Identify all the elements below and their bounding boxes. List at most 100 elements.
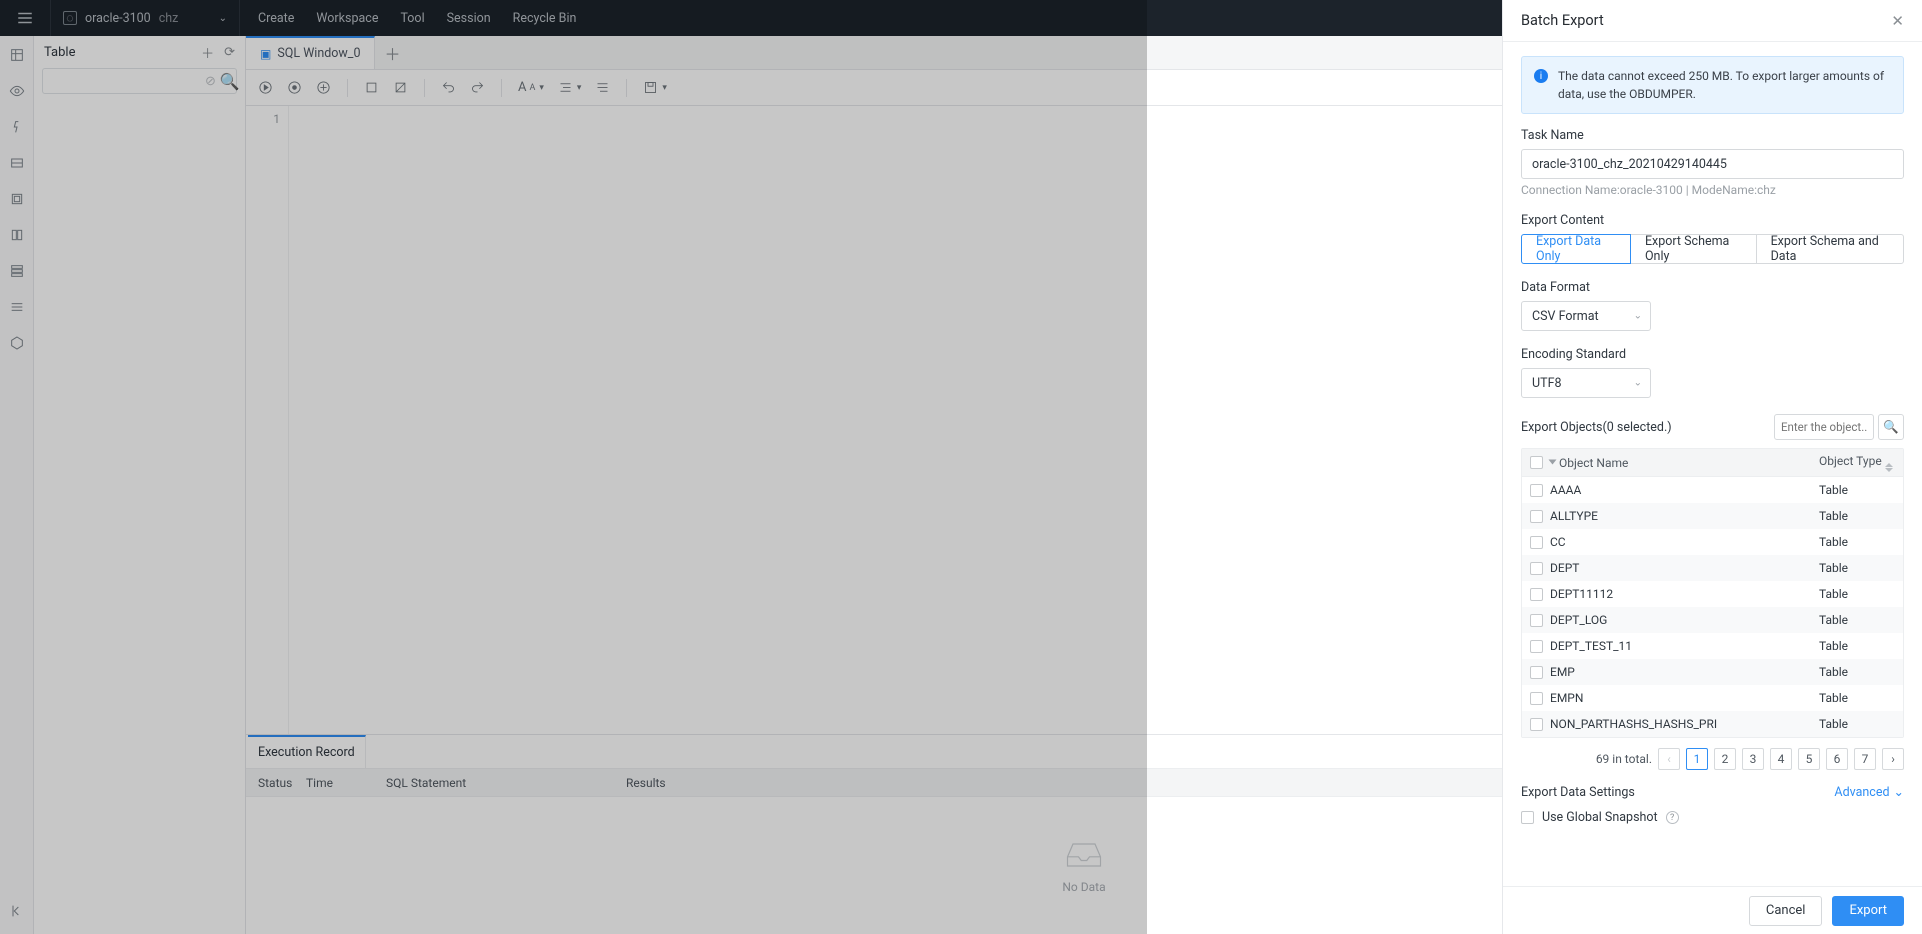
table-row[interactable]: AAAATable xyxy=(1522,477,1903,503)
connection-selector[interactable]: ◌ oracle-3100 chz ⌄ xyxy=(50,0,240,36)
pager-page[interactable]: 3 xyxy=(1742,748,1764,770)
table-row[interactable]: EMPNTable xyxy=(1522,685,1903,711)
seg-schema-and-data[interactable]: Export Schema and Data xyxy=(1756,234,1904,264)
table-row[interactable]: DEPT_TEST_11Table xyxy=(1522,633,1903,659)
global-snapshot-checkbox[interactable] xyxy=(1521,811,1534,824)
object-name: DEPT xyxy=(1550,561,1819,575)
object-name: ALLTYPE xyxy=(1550,509,1819,523)
row-checkbox[interactable] xyxy=(1530,640,1543,653)
stop-button[interactable] xyxy=(316,80,331,95)
pager-page[interactable]: 5 xyxy=(1798,748,1820,770)
side-panel: Table ＋ ⟳ ⊘ 🔍 xyxy=(34,36,246,934)
col-object-type[interactable]: Object Type xyxy=(1819,454,1903,472)
export-button[interactable]: Export xyxy=(1832,896,1904,926)
encoding-select[interactable]: UTF8 ⌄ xyxy=(1521,368,1651,398)
col-status: Status xyxy=(246,776,306,790)
sequence-icon[interactable] xyxy=(8,298,26,316)
pager-prev[interactable]: ‹ xyxy=(1658,748,1680,770)
row-checkbox[interactable] xyxy=(1530,614,1543,627)
export-content-label: Export Content xyxy=(1521,213,1904,228)
row-checkbox[interactable] xyxy=(1530,588,1543,601)
add-icon[interactable]: ＋ xyxy=(201,43,214,62)
commit-button[interactable] xyxy=(364,80,379,95)
table-row[interactable]: ALLTYPETable xyxy=(1522,503,1903,529)
row-checkbox[interactable] xyxy=(1530,562,1543,575)
pager-page[interactable]: 1 xyxy=(1686,748,1708,770)
col-object-name[interactable]: Object Name xyxy=(1550,456,1819,470)
search-icon[interactable]: 🔍 xyxy=(220,72,240,91)
table-row[interactable]: DEPTTable xyxy=(1522,555,1903,581)
save-button[interactable]: ▾ xyxy=(643,80,667,95)
pager-page[interactable]: 4 xyxy=(1770,748,1792,770)
synonym-icon[interactable] xyxy=(8,334,26,352)
encoding-label: Encoding Standard xyxy=(1521,347,1904,362)
objects-search[interactable] xyxy=(1774,414,1874,440)
object-type: Table xyxy=(1819,483,1903,497)
side-panel-title: Table xyxy=(44,45,75,60)
pager-next[interactable]: › xyxy=(1882,748,1904,770)
select-all-checkbox[interactable] xyxy=(1530,456,1543,469)
object-type: Table xyxy=(1819,613,1903,627)
chevron-down-icon: ⌄ xyxy=(219,13,227,24)
menu-tool[interactable]: Tool xyxy=(400,11,424,26)
pager-page[interactable]: 6 xyxy=(1826,748,1848,770)
collapse-icon[interactable] xyxy=(8,902,26,920)
task-name-input[interactable] xyxy=(1521,149,1904,179)
type-icon[interactable] xyxy=(8,262,26,280)
trigger-icon[interactable] xyxy=(8,226,26,244)
global-snapshot-row: Use Global Snapshot ? xyxy=(1521,810,1904,825)
col-time: Time xyxy=(306,776,386,790)
data-format-select[interactable]: CSV Format ⌄ xyxy=(1521,301,1651,331)
run-section-button[interactable] xyxy=(287,80,302,95)
procedure-icon[interactable] xyxy=(8,154,26,172)
view-icon[interactable] xyxy=(8,82,26,100)
objects-header: Object Name Object Type xyxy=(1522,449,1903,477)
function-icon[interactable] xyxy=(8,118,26,136)
indent-button[interactable]: ▾ xyxy=(558,80,582,95)
undo-button[interactable] xyxy=(441,80,456,95)
cancel-button[interactable]: Cancel xyxy=(1749,896,1823,926)
clear-icon[interactable]: ⊘ xyxy=(205,74,220,89)
seg-data-only[interactable]: Export Data Only xyxy=(1521,234,1631,264)
close-icon[interactable]: ✕ xyxy=(1891,12,1904,30)
row-checkbox[interactable] xyxy=(1530,718,1543,731)
search-button[interactable]: 🔍 xyxy=(1878,414,1904,440)
database-icon: ◌ xyxy=(63,11,77,25)
table-row[interactable]: DEPT_LOGTable xyxy=(1522,607,1903,633)
table-icon[interactable] xyxy=(8,46,26,64)
menu-session[interactable]: Session xyxy=(447,11,491,26)
table-row[interactable]: NON_PARTHASHS_HASHS_PRITable xyxy=(1522,711,1903,737)
package-icon[interactable] xyxy=(8,190,26,208)
pager-page[interactable]: 7 xyxy=(1854,748,1876,770)
row-checkbox[interactable] xyxy=(1530,692,1543,705)
row-checkbox[interactable] xyxy=(1530,484,1543,497)
tab-sql-window[interactable]: ▣ SQL Window_0 xyxy=(246,36,375,69)
menu-recycle-bin[interactable]: Recycle Bin xyxy=(513,11,577,26)
row-checkbox[interactable] xyxy=(1530,666,1543,679)
table-row[interactable]: DEPT11112Table xyxy=(1522,581,1903,607)
refresh-icon[interactable]: ⟳ xyxy=(224,45,235,60)
seg-schema-only[interactable]: Export Schema Only xyxy=(1630,234,1757,264)
row-checkbox[interactable] xyxy=(1530,510,1543,523)
run-button[interactable] xyxy=(258,80,273,95)
help-icon[interactable]: ? xyxy=(1666,811,1679,824)
table-row[interactable]: EMPTable xyxy=(1522,659,1903,685)
object-search-input[interactable] xyxy=(49,74,205,88)
format-button[interactable]: AA▾ xyxy=(518,80,544,95)
redo-button[interactable] xyxy=(470,80,485,95)
add-tab-button[interactable]: ＋ xyxy=(375,36,409,69)
pager-page[interactable]: 2 xyxy=(1714,748,1736,770)
objects-search-input[interactable] xyxy=(1781,420,1867,434)
rollback-button[interactable] xyxy=(393,80,408,95)
object-search[interactable]: ⊘ 🔍 xyxy=(42,68,237,94)
object-name: EMPN xyxy=(1550,691,1819,705)
menu-workspace[interactable]: Workspace xyxy=(316,11,378,26)
tab-execution-record[interactable]: Execution Record xyxy=(248,735,366,768)
case-button[interactable] xyxy=(595,80,610,95)
advanced-toggle[interactable]: Advanced ⌄ xyxy=(1834,784,1904,800)
menu-create[interactable]: Create xyxy=(258,11,294,26)
row-checkbox[interactable] xyxy=(1530,536,1543,549)
table-row[interactable]: CCTable xyxy=(1522,529,1903,555)
chevron-down-icon: ⌄ xyxy=(1634,311,1642,322)
hamburger-icon[interactable] xyxy=(0,0,50,36)
